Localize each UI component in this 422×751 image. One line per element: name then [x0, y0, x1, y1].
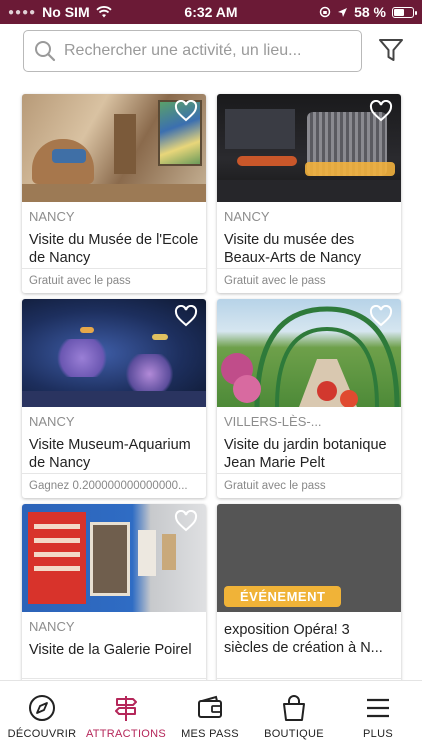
tab-label: PLUS	[363, 728, 393, 740]
attraction-card[interactable]: NANCY Visite du Musée de l'Ecole de Nanc…	[22, 94, 206, 293]
battery-percent: 58 %	[354, 4, 386, 20]
battery-icon	[392, 6, 417, 18]
card-title: Visite du musée des Beaux-Arts de Nancy	[224, 232, 362, 266]
signpost-icon	[115, 696, 137, 721]
shopping-bag-icon	[283, 695, 305, 721]
event-image-placeholder: ÉVÉNEMENT	[217, 504, 401, 612]
card-subtitle: Gagnez 0.200000000000000...	[29, 480, 188, 492]
tab-label: ATTRACTIONS	[85, 728, 167, 740]
card-place: NANCY	[29, 209, 75, 224]
search-placeholder: Rechercher une activité, un lieu...	[64, 42, 302, 59]
card-title: Visite Museum-Aquarium de Nancy	[29, 437, 191, 471]
favorite-heart-icon[interactable]	[369, 100, 393, 122]
card-subtitle: Gratuit avec le pass	[224, 480, 326, 492]
wallet-icon	[198, 695, 222, 718]
card-place: NANCY	[224, 209, 270, 224]
card-title: exposition Opéra! 3 siècles de création …	[224, 622, 383, 656]
attraction-card[interactable]: NANCY Visite Museum-Aquarium de Nancy Ga…	[22, 299, 206, 498]
attraction-image	[217, 299, 401, 407]
card-title: Visite du Musée de l'Ecole de Nancy	[29, 232, 199, 266]
tab-attractions[interactable]: ATTRACTIONS	[84, 681, 168, 751]
favorite-heart-icon[interactable]	[174, 100, 198, 122]
attraction-card[interactable]: NANCY Visite du musée des Beaux-Arts de …	[217, 94, 401, 293]
attractions-grid: NANCY Visite du Musée de l'Ecole de Nanc…	[0, 86, 422, 680]
menu-icon	[367, 698, 389, 718]
bottom-tab-bar: DÉCOUVRIR ATTRACTIONS MES PASS BOUTIQUE …	[0, 680, 422, 750]
compass-icon	[29, 695, 55, 721]
tab-decouvrir[interactable]: DÉCOUVRIR	[0, 681, 84, 751]
card-title: Visite de la Galerie Poirel	[29, 642, 192, 658]
tab-label: MES PASS	[181, 728, 239, 740]
search-bar-area: Rechercher une activité, un lieu...	[0, 24, 422, 86]
event-badge: ÉVÉNEMENT	[224, 586, 342, 607]
tab-mes-pass[interactable]: MES PASS	[168, 681, 252, 751]
orientation-lock-icon	[319, 6, 331, 18]
attraction-image	[217, 94, 401, 202]
tab-label: DÉCOUVRIR	[7, 728, 77, 740]
attraction-image	[22, 94, 206, 202]
event-card[interactable]: ÉVÉNEMENT exposition Opéra! 3 siècles de…	[217, 504, 401, 680]
card-subtitle: Gratuit avec le pass	[224, 275, 326, 287]
search-input[interactable]: Rechercher une activité, un lieu...	[23, 30, 362, 72]
tab-plus[interactable]: PLUS	[336, 681, 420, 751]
card-place: VILLERS-LÈS-...	[224, 414, 322, 429]
status-bar: ●●●● No SIM 6:32 AM 58 %	[0, 0, 422, 24]
favorite-heart-icon[interactable]	[174, 510, 198, 532]
card-title: Visite du jardin botanique Jean Marie Pe…	[224, 437, 387, 471]
location-arrow-icon	[338, 7, 348, 17]
search-icon	[35, 41, 56, 62]
attraction-card[interactable]: VILLERS-LÈS-... Visite du jardin botaniq…	[217, 299, 401, 498]
attraction-image	[22, 299, 206, 407]
filter-icon[interactable]	[377, 36, 405, 64]
attraction-image	[22, 504, 206, 612]
favorite-heart-icon[interactable]	[174, 305, 198, 327]
tab-label: BOUTIQUE	[264, 728, 324, 740]
tab-boutique[interactable]: BOUTIQUE	[252, 681, 336, 751]
card-place: NANCY	[29, 414, 75, 429]
favorite-heart-icon[interactable]	[369, 305, 393, 327]
attraction-card[interactable]: NANCY Visite de la Galerie Poirel	[22, 504, 206, 680]
card-place: NANCY	[29, 619, 75, 634]
card-subtitle: Gratuit avec le pass	[29, 275, 131, 287]
